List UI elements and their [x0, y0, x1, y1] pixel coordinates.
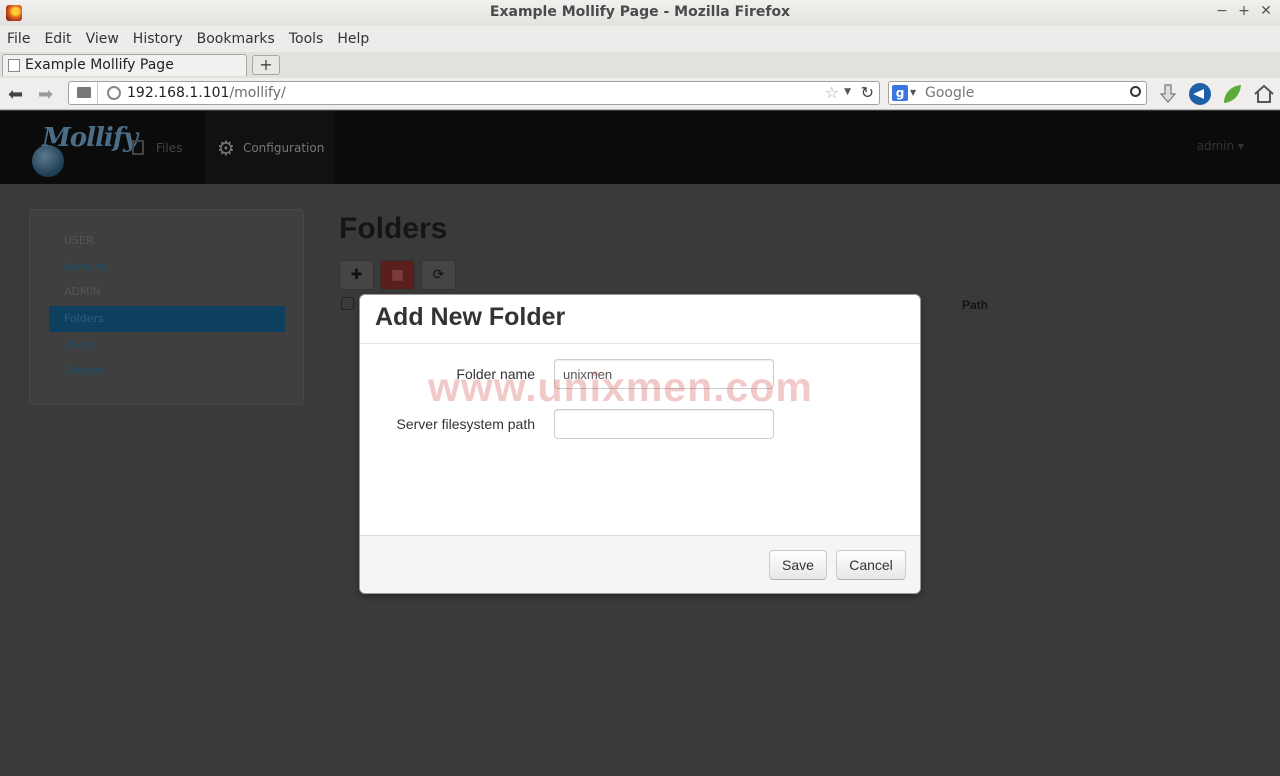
menu-view[interactable]: View [86, 31, 119, 47]
tab-label: Example Mollify Page [25, 57, 174, 73]
url-path: /mollify/ [229, 85, 286, 101]
add-folder-dialog: Add New Folder Folder name Server filesy… [359, 294, 921, 594]
sidebar-header-admin: ADMIN [64, 285, 101, 298]
nav-configuration[interactable]: ⚙ Configuration [205, 111, 335, 184]
mollify-logo[interactable]: Mollify [30, 119, 138, 179]
url-text[interactable]: 192.168.1.101/mollify/ [127, 85, 286, 101]
url-host: 192.168.1.101 [127, 85, 230, 101]
engine-dropdown-icon[interactable]: ▼ [910, 88, 916, 97]
menu-edit[interactable]: Edit [44, 31, 71, 47]
page-title: Folders [339, 212, 448, 245]
sidebar-item-folders[interactable]: Folders [49, 306, 285, 332]
user-menu[interactable]: admin ▾ [1197, 139, 1244, 153]
dialog-title: Add New Folder [375, 303, 566, 331]
maximize-icon[interactable]: + [1238, 3, 1250, 19]
add-folder-button[interactable]: ✚ [339, 260, 374, 290]
bookmarks-folder-icon[interactable] [77, 87, 91, 98]
logo-text: Mollify [42, 123, 138, 153]
refresh-icon: ⟳ [432, 267, 445, 283]
file-icon [132, 140, 144, 155]
folder-name-input[interactable] [554, 359, 774, 389]
downloads-icon[interactable] [1156, 82, 1180, 106]
menu-file[interactable]: File [7, 31, 30, 47]
save-button[interactable]: Save [769, 550, 827, 580]
nav-configuration-label: Configuration [242, 140, 325, 155]
sidebar-item-groups[interactable]: Groups [49, 358, 285, 384]
menu-tools[interactable]: Tools [289, 31, 324, 47]
reload-icon[interactable]: ↻ [861, 83, 874, 102]
search-placeholder[interactable]: Google [925, 85, 974, 101]
history-dropdown-icon[interactable]: ▼ [844, 87, 851, 97]
new-tab-button[interactable]: + [252, 55, 280, 75]
menu-help[interactable]: Help [337, 31, 369, 47]
gears-icon: ⚙ [217, 135, 235, 160]
sidebar-header-user: USER [64, 234, 94, 247]
server-path-input[interactable] [554, 409, 774, 439]
search-magnifier-icon[interactable] [1130, 86, 1141, 97]
trash-icon: ■ [390, 267, 405, 283]
minimize-icon[interactable]: − [1216, 3, 1228, 19]
app-header: Mollify Files ⚙ Configuration admin ▾ [0, 111, 1280, 184]
nav-files-label: Files [156, 140, 183, 155]
column-header-path[interactable]: Path [962, 298, 988, 312]
cancel-button[interactable]: Cancel [836, 550, 906, 580]
plus-icon: ✚ [350, 267, 363, 283]
server-path-label: Server filesystem path [396, 416, 536, 432]
refresh-button[interactable]: ⟳ [421, 260, 456, 290]
dialog-header: Add New Folder [360, 295, 920, 344]
bookmark-star-icon[interactable]: ☆ [825, 83, 839, 102]
page-favicon-icon [8, 59, 20, 72]
leaf-addon-icon[interactable] [1220, 82, 1244, 106]
google-engine-icon[interactable]: g [892, 85, 908, 101]
site-identity-globe-icon[interactable] [107, 86, 121, 100]
folder-name-label: Folder name [456, 366, 535, 382]
navigation-toolbar: ⬅ ➡ 192.168.1.101/mollify/ ☆ ▼ ↻ g ▼ Goo… [0, 78, 1280, 110]
window-titlebar: Example Mollify Page - Mozilla Firefox −… [0, 0, 1280, 26]
menu-bookmarks[interactable]: Bookmarks [197, 31, 275, 47]
dialog-footer: Save Cancel [360, 535, 920, 593]
window-title: Example Mollify Page - Mozilla Firefox [489, 4, 791, 20]
tab-bar: Example Mollify Page + [0, 52, 1280, 78]
admin-sidebar: USER Account ADMIN Folders Users Groups [29, 209, 304, 405]
home-icon[interactable] [1252, 82, 1276, 106]
delete-folder-button[interactable]: ■ [380, 260, 415, 290]
sidebar-item-users[interactable]: Users [49, 332, 285, 358]
menu-history[interactable]: History [133, 31, 183, 47]
media-player-icon[interactable] [1188, 82, 1212, 106]
window-controls: − + ✕ [1216, 3, 1272, 19]
back-arrow-icon[interactable]: ⬅ [8, 84, 23, 105]
address-bar[interactable]: 192.168.1.101/mollify/ ☆ ▼ ↻ [68, 81, 880, 105]
address-separator [97, 82, 98, 104]
tab-example-mollify[interactable]: Example Mollify Page [2, 54, 247, 76]
sidebar-item-account[interactable]: Account [49, 254, 285, 280]
search-bar[interactable]: g ▼ Google [888, 81, 1147, 105]
nav-files[interactable]: Files [132, 111, 182, 184]
menu-bar: File Edit View History Bookmarks Tools H… [0, 26, 1280, 52]
close-icon[interactable]: ✕ [1260, 3, 1272, 19]
forward-arrow-icon[interactable]: ➡ [38, 84, 53, 105]
select-all-checkbox[interactable] [341, 297, 354, 310]
